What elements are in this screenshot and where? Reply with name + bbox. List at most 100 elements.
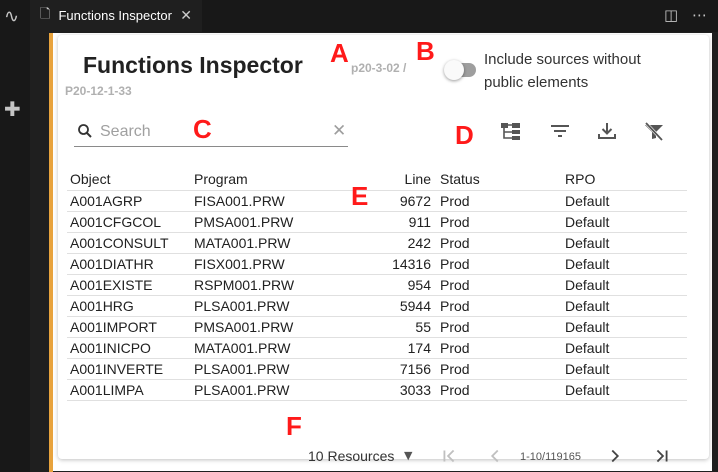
cell-program: MATA001.PRW <box>191 232 341 254</box>
cell-object: A001HRG <box>67 295 191 317</box>
cell-object: A001IMPORT <box>67 316 191 338</box>
filter-icon[interactable] <box>548 119 572 143</box>
first-page-icon[interactable] <box>438 445 460 467</box>
cell-line: 55 <box>341 316 437 338</box>
clear-search-icon[interactable]: ✕ <box>332 122 346 140</box>
column-header-status[interactable]: Status <box>437 168 562 191</box>
editor-area: Functions Inspector p20-3-02 / P20-12-1-… <box>30 32 718 472</box>
table-row[interactable]: A001CFGCOL PMSA001.PRW 911 Prod Default <box>67 211 687 233</box>
functions-inspector-card: Functions Inspector p20-3-02 / P20-12-1-… <box>58 35 709 464</box>
annotation-e: E <box>351 181 369 211</box>
dropdown-caret-icon[interactable]: ▼ <box>404 449 412 462</box>
environment-label: p20-3-02 / <box>351 61 407 75</box>
cell-program: MATA001.PRW <box>191 337 341 359</box>
cell-status: Prod <box>437 253 562 275</box>
table-row[interactable]: A001HRG PLSA001.PRW 5944 Prod Default <box>67 295 687 317</box>
toggle-thumb <box>444 60 464 80</box>
cell-program: FISX001.PRW <box>191 253 341 275</box>
cell-object: A001DIATHR <box>67 253 191 275</box>
cell-rpo: Default <box>562 253 687 275</box>
cell-status: Prod <box>437 337 562 359</box>
cell-status: Prod <box>437 379 562 401</box>
page-title: Functions Inspector <box>83 52 303 78</box>
pulse-icon[interactable]: ∿ <box>4 6 19 27</box>
cell-object: A001CONSULT <box>67 232 191 254</box>
cell-status: Prod <box>437 295 562 317</box>
cell-rpo: Default <box>562 358 687 380</box>
search-icon <box>78 124 92 138</box>
cell-line: 174 <box>341 337 437 359</box>
cell-rpo: Default <box>562 295 687 317</box>
column-header-object[interactable]: Object <box>67 168 191 191</box>
cell-program: PMSA001.PRW <box>191 211 341 233</box>
cell-rpo: Default <box>562 379 687 401</box>
rows-per-page-select[interactable]: 10 Resources <box>308 448 394 464</box>
last-page-icon[interactable] <box>651 445 673 467</box>
table-row[interactable]: A001CONSULT MATA001.PRW 242 Prod Default <box>67 232 687 254</box>
tab-functions-inspector[interactable]: 🗋 Functions Inspector ✕ <box>30 0 202 32</box>
tab-title: Functions Inspector <box>58 8 172 23</box>
cell-line: 954 <box>341 274 437 296</box>
column-header-program[interactable]: Program <box>191 168 341 191</box>
table-row[interactable]: A001DIATHR FISX001.PRW 14316 Prod Default <box>67 253 687 275</box>
annotation-c: C <box>193 114 212 144</box>
include-sources-toggle[interactable] <box>444 60 476 80</box>
hierarchy-icon[interactable] <box>499 119 523 143</box>
cell-program: PLSA001.PRW <box>191 295 341 317</box>
server-version-label: P20-12-1-33 <box>65 84 132 98</box>
annotation-a: A <box>330 38 349 68</box>
clear-filter-icon[interactable] <box>642 119 666 143</box>
cell-line: 7156 <box>341 358 437 380</box>
table-row[interactable]: A001EXISTE RSPM001.PRW 954 Prod Default <box>67 274 687 296</box>
table-header-row: Object Program Line Status RPO <box>67 168 687 191</box>
cell-status: Prod <box>437 316 562 338</box>
close-icon[interactable]: ✕ <box>180 8 192 24</box>
cell-program: PMSA001.PRW <box>191 316 341 338</box>
table-body: A001AGRP FISA001.PRW 9672 Prod Default A001CF… <box>67 190 687 401</box>
editor-tab-bar: 🗋 Functions Inspector ✕ ◫ ⋯ <box>30 0 718 32</box>
cell-line: 3033 <box>341 379 437 401</box>
cell-line: 5944 <box>341 295 437 317</box>
cell-object: A001EXISTE <box>67 274 191 296</box>
table-row[interactable]: A001INICPO MATA001.PRW 174 Prod Default <box>67 337 687 359</box>
split-editor-icon[interactable]: ◫ <box>664 6 678 24</box>
cell-status: Prod <box>437 274 562 296</box>
extension-icon[interactable]: ✚ <box>4 97 21 121</box>
file-icon: 🗋 <box>40 6 51 22</box>
cell-rpo: Default <box>562 232 687 254</box>
annotation-d: D <box>455 120 474 150</box>
table-row[interactable]: A001INVERTE PLSA001.PRW 7156 Prod Default <box>67 358 687 380</box>
annotation-f: F <box>286 411 302 441</box>
cell-program: PLSA001.PRW <box>191 358 341 380</box>
cell-line: 14316 <box>341 253 437 275</box>
table-row[interactable]: A001IMPORT PMSA001.PRW 55 Prod Default <box>67 316 687 338</box>
cell-status: Prod <box>437 232 562 254</box>
cell-program: RSPM001.PRW <box>191 274 341 296</box>
page-range: 1-10/119165 <box>520 451 581 463</box>
cell-rpo: Default <box>562 316 687 338</box>
table-row[interactable]: A001AGRP FISA001.PRW 9672 Prod Default <box>67 190 687 212</box>
next-page-icon[interactable] <box>604 445 626 467</box>
cell-object: A001INVERTE <box>67 358 191 380</box>
activity-bar: ∿ ✚ <box>0 0 30 472</box>
download-icon[interactable] <box>595 119 619 143</box>
accent-bar <box>49 33 53 472</box>
table-row[interactable]: A001LIMPA PLSA001.PRW 3033 Prod Default <box>67 379 687 401</box>
cell-object: A001CFGCOL <box>67 211 191 233</box>
cell-status: Prod <box>437 358 562 380</box>
column-header-rpo[interactable]: RPO <box>562 168 687 191</box>
annotation-b: B <box>416 36 435 66</box>
cell-rpo: Default <box>562 274 687 296</box>
cell-line: 242 <box>341 232 437 254</box>
include-sources-label: Include sources without public elements <box>484 51 641 91</box>
previous-page-icon[interactable] <box>484 445 506 467</box>
more-actions-icon[interactable]: ⋯ <box>692 6 707 24</box>
cell-rpo: Default <box>562 190 687 212</box>
cell-rpo: Default <box>562 211 687 233</box>
cell-program: PLSA001.PRW <box>191 379 341 401</box>
cell-object: A001INICPO <box>67 337 191 359</box>
cell-program: FISA001.PRW <box>191 190 341 212</box>
cell-object: A001LIMPA <box>67 379 191 401</box>
cell-status: Prod <box>437 211 562 233</box>
cell-object: A001AGRP <box>67 190 191 212</box>
